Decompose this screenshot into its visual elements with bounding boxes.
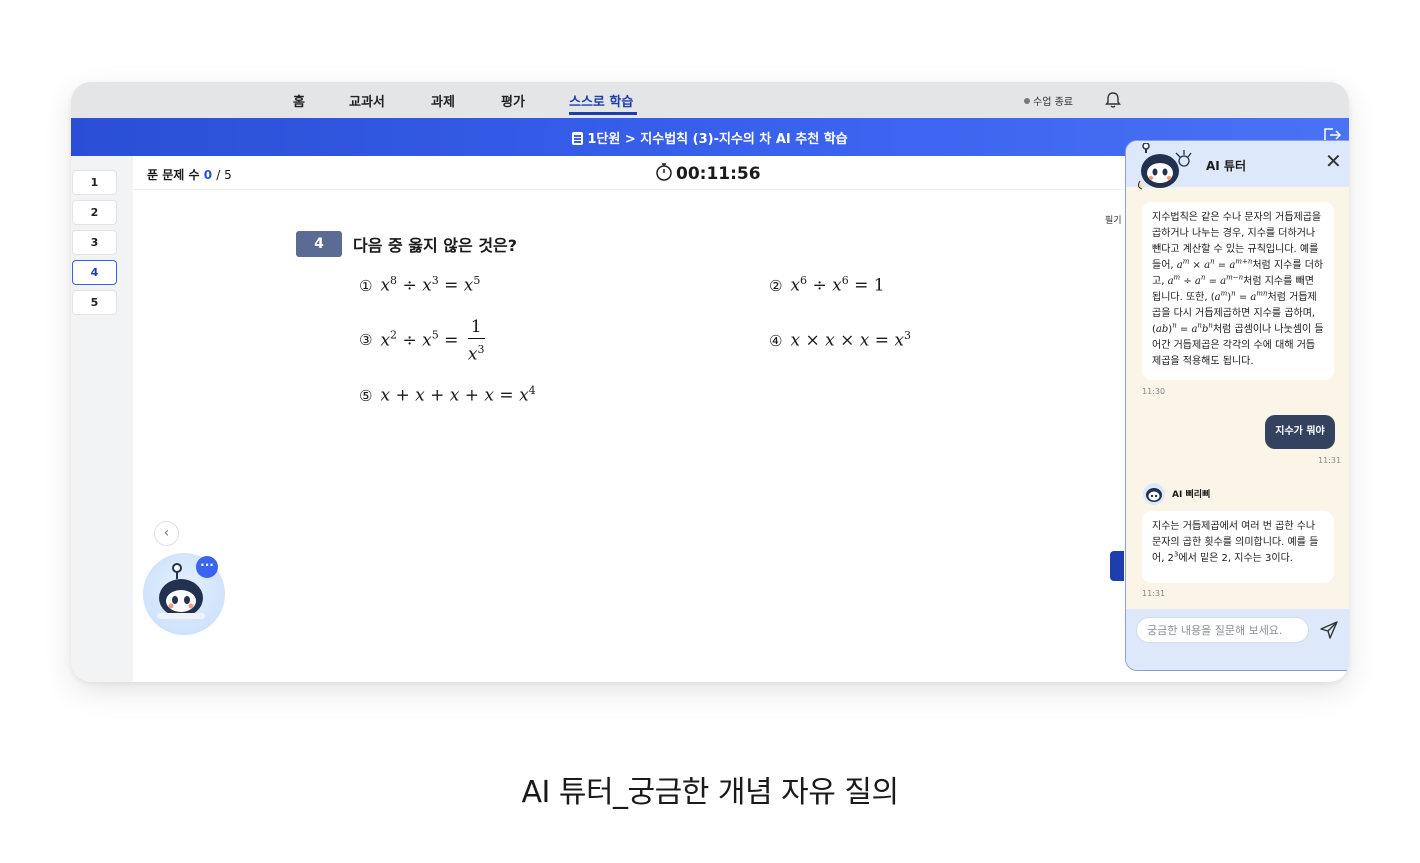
previous-button[interactable]: ‹ xyxy=(154,521,179,546)
app-window: 홈 교과서 과제 평가 스스로 학습 수업 종료 1단원 > 지수법칙 (3)-… xyxy=(71,82,1349,682)
question-tab-1[interactable]: 1 xyxy=(72,170,117,195)
bot-name: AI 삐리삐 xyxy=(1172,490,1211,500)
question-tab-4[interactable]: 4 xyxy=(72,260,117,285)
breadcrumb-text: 1단원 > 지수법칙 (3)-지수의 차 AI 추천 학습 xyxy=(587,132,848,147)
caption: AI 튜터_궁금한 개념 자유 질의 xyxy=(521,775,899,810)
timer: 00:11:56 xyxy=(655,162,761,184)
class-end-button[interactable]: 수업 종료 xyxy=(1024,93,1073,108)
option-2[interactable]: ② x6 ÷ x6 = 1 xyxy=(769,274,885,296)
question-tab-3[interactable]: 3 xyxy=(72,230,117,255)
chat-input-area xyxy=(1126,609,1349,670)
stopwatch-icon xyxy=(656,163,672,181)
question-number-badge: 4 xyxy=(296,231,342,257)
memo-label[interactable]: 필기 xyxy=(1105,213,1122,226)
bell-icon[interactable] xyxy=(1103,90,1123,110)
message-time: 11:31 xyxy=(1142,589,1166,598)
close-icon[interactable]: ✕ xyxy=(1325,150,1342,172)
option-marker: ① xyxy=(359,276,373,295)
option-marker: ④ xyxy=(769,331,783,350)
option-1[interactable]: ① x8 ÷ x3 = x5 xyxy=(359,274,480,296)
nav-textbook[interactable]: 교과서 xyxy=(349,91,385,110)
send-icon[interactable] xyxy=(1318,619,1340,641)
solved-label: 푼 문제 수 xyxy=(147,168,200,182)
bot-avatar xyxy=(1143,483,1165,505)
nav-home[interactable]: 홈 xyxy=(293,91,305,110)
ai-tutor-panel: AI 튜터 ✕ 지수법칙은 같은 수나 문자의 거듭제곱을 곱하거나 나누는 경… xyxy=(1125,140,1349,671)
chat-title: AI 튜터 xyxy=(1206,159,1247,173)
chevron-left-icon: ‹ xyxy=(163,525,170,541)
option-marker: ③ xyxy=(359,331,373,350)
document-icon xyxy=(572,132,584,145)
solved-total: / 5 xyxy=(216,168,232,182)
nav-self-study[interactable]: 스스로 학습 xyxy=(569,91,633,110)
nav-assignments[interactable]: 과제 xyxy=(431,91,455,110)
question-rail: 1 2 3 4 5 xyxy=(71,156,133,682)
question-tab-5[interactable]: 5 xyxy=(72,290,117,315)
solved-count: 0 xyxy=(203,168,213,182)
message-time: 11:30 xyxy=(1142,387,1166,396)
timer-value: 00:11:56 xyxy=(676,164,761,184)
nav-active-indicator xyxy=(569,112,637,115)
robot-mascot-icon xyxy=(1137,143,1192,190)
chat-input[interactable] xyxy=(1136,617,1309,643)
nav-evaluation[interactable]: 평가 xyxy=(501,91,525,110)
question-text: 다음 중 옳지 않은 것은? xyxy=(353,236,518,255)
side-panel-handle[interactable] xyxy=(1110,551,1124,581)
class-end-label: 수업 종료 xyxy=(1033,97,1073,108)
user-message: 지수가 뭐야 xyxy=(1265,415,1335,449)
top-nav: 홈 교과서 과제 평가 스스로 학습 수업 종료 xyxy=(71,82,1349,118)
more-icon[interactable]: ··· xyxy=(196,556,218,578)
option-4[interactable]: ④x × x × x = x3 xyxy=(769,329,911,351)
bot-message: 지수는 거듭제곱에서 여러 번 곱한 수나 문자의 곱한 횟수를 의미합니다. … xyxy=(1142,511,1334,583)
option-marker: ② xyxy=(769,276,783,295)
bot-message: 지수법칙은 같은 수나 문자의 거듭제곱을 곱하거나 나누는 경우, 지수를 더… xyxy=(1142,202,1334,380)
message-time: 11:31 xyxy=(1318,456,1342,465)
chat-header: AI 튜터 ✕ xyxy=(1126,141,1349,190)
question-tab-2[interactable]: 2 xyxy=(72,200,117,225)
status-dot-icon xyxy=(1024,98,1030,104)
option-5[interactable]: ⑤x + x + x + x = x4 xyxy=(359,384,536,406)
option-marker: ⑤ xyxy=(359,386,373,405)
option-3[interactable]: ③ x2 ÷ x5 = 1 x3 xyxy=(359,316,485,366)
solved-counter: 푼 문제 수 0 / 5 xyxy=(147,166,232,183)
